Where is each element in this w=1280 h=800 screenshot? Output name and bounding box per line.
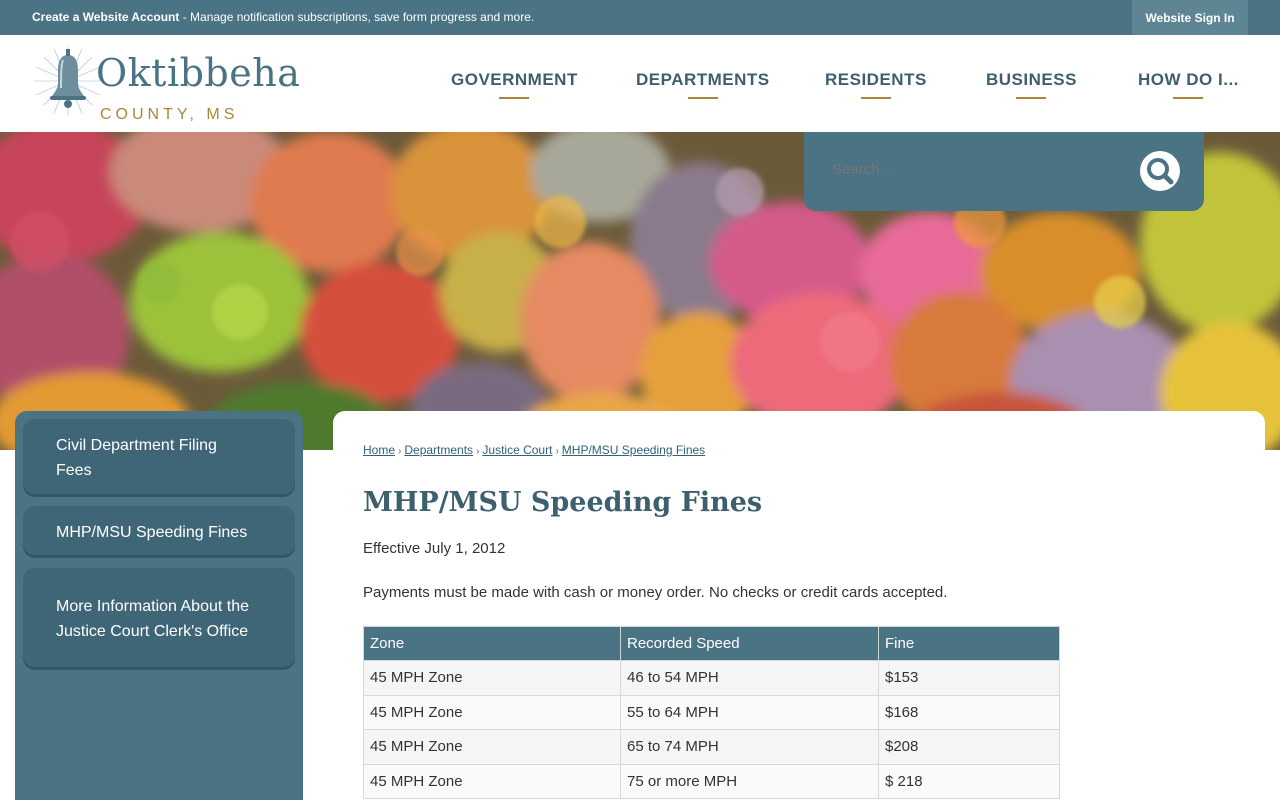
nav-business-label[interactable]: BUSINESS <box>986 70 1077 89</box>
fines-table: Zone Recorded Speed Fine 45 MPH Zone 46 … <box>363 626 1060 799</box>
nav-underline <box>687 97 718 99</box>
column-header-zone: Zone <box>363 626 621 661</box>
column-header-recorded-speed: Recorded Speed <box>620 626 879 661</box>
nav-business[interactable]: BUSINESS <box>986 70 1077 99</box>
nav-government[interactable]: GOVERNMENT <box>451 70 578 99</box>
search-button[interactable] <box>1140 151 1180 191</box>
breadcrumb-current[interactable]: MHP/MSU Speeding Fines <box>562 443 705 457</box>
sidebar-item-label[interactable]: More Information About the Justice Court… <box>56 594 255 644</box>
cell-recorded-speed: 46 to 54 MPH <box>620 660 879 696</box>
nav-government-label[interactable]: GOVERNMENT <box>451 70 578 89</box>
sidebar-item-label[interactable]: MHP/MSU Speeding Fines <box>56 520 247 545</box>
nav-how-do-i-label[interactable]: HOW DO I... <box>1138 70 1239 89</box>
cell-zone: 45 MPH Zone <box>363 694 621 730</box>
page-title: MHP/MSU Speeding Fines <box>363 487 763 518</box>
table-row: 45 MPH Zone 65 to 74 MPH $208 <box>363 729 1060 765</box>
column-header-fine: Fine <box>878 626 1060 661</box>
search-bar <box>804 132 1204 211</box>
table-row: 45 MPH Zone 55 to 64 MPH $168 <box>363 694 1060 730</box>
logo-subtitle: COUNTY, MS <box>100 106 239 123</box>
payment-note: Payments must be made with cash or money… <box>363 584 948 601</box>
cell-recorded-speed: 75 or more MPH <box>620 763 879 799</box>
bell-icon <box>34 47 102 115</box>
breadcrumb-home[interactable]: Home <box>363 443 395 457</box>
table-header-row: Zone Recorded Speed Fine <box>363 626 1060 661</box>
cell-fine: $168 <box>878 694 1060 730</box>
site-header: Oktibbeha COUNTY, MS GOVERNMENT DEPARTME… <box>0 35 1280 132</box>
main-content: Home › Departments › Justice Court › MHP/MSU S… <box>333 411 1265 800</box>
cell-recorded-speed: 55 to 64 MPH <box>620 694 879 730</box>
breadcrumb-separator: › <box>476 446 480 457</box>
create-account-label[interactable]: Create a Website Account <box>32 10 179 24</box>
cell-zone: 45 MPH Zone <box>363 763 621 799</box>
logo-name: Oktibbeha <box>96 51 301 95</box>
search-icon <box>1147 158 1174 185</box>
create-account-link[interactable]: Create a Website Account - Manage notifi… <box>32 10 534 24</box>
nav-departments-label[interactable]: DEPARTMENTS <box>636 70 770 89</box>
cell-recorded-speed: 65 to 74 MPH <box>620 729 879 765</box>
sidebar-item-clerk-info[interactable]: More Information About the Justice Court… <box>23 568 295 670</box>
cell-fine: $ 218 <box>878 763 1060 799</box>
table-row: 45 MPH Zone 75 or more MPH $ 218 <box>363 763 1060 799</box>
cell-zone: 45 MPH Zone <box>363 660 621 696</box>
breadcrumb: Home › Departments › Justice Court › MHP/MSU S… <box>363 443 705 457</box>
nav-how-do-i[interactable]: HOW DO I... <box>1138 70 1239 99</box>
breadcrumb-justice-court[interactable]: Justice Court <box>482 443 552 457</box>
cell-fine: $153 <box>878 660 1060 696</box>
table-row: 45 MPH Zone 46 to 54 MPH $153 <box>363 660 1060 696</box>
breadcrumb-separator: › <box>398 446 402 457</box>
effective-date: Effective July 1, 2012 <box>363 540 506 557</box>
search-input[interactable] <box>832 161 1122 178</box>
website-sign-in-button[interactable]: Website Sign In <box>1132 0 1248 35</box>
breadcrumb-departments[interactable]: Departments <box>404 443 473 457</box>
sidebar-nav: Civil Department Filing Fees MHP/MSU Spe… <box>15 411 303 800</box>
sidebar-item-label[interactable]: Civil Department Filing Fees <box>56 433 255 483</box>
top-bar: Create a Website Account - Manage notifi… <box>0 0 1280 35</box>
nav-residents-label[interactable]: RESIDENTS <box>825 70 927 89</box>
nav-departments[interactable]: DEPARTMENTS <box>636 70 770 99</box>
nav-underline <box>1173 97 1204 99</box>
nav-underline <box>860 97 891 99</box>
create-account-description: - Manage notification subscriptions, sav… <box>179 10 535 24</box>
sidebar-item-civil-filing-fees[interactable]: Civil Department Filing Fees <box>23 419 295 497</box>
sidebar-item-speeding-fines[interactable]: MHP/MSU Speeding Fines <box>23 506 295 558</box>
nav-underline <box>1016 97 1047 99</box>
nav-underline <box>499 97 530 99</box>
county-logo[interactable]: Oktibbeha COUNTY, MS <box>30 43 310 123</box>
cell-zone: 45 MPH Zone <box>363 729 621 765</box>
nav-residents[interactable]: RESIDENTS <box>825 70 927 99</box>
cell-fine: $208 <box>878 729 1060 765</box>
breadcrumb-separator: › <box>555 446 559 457</box>
